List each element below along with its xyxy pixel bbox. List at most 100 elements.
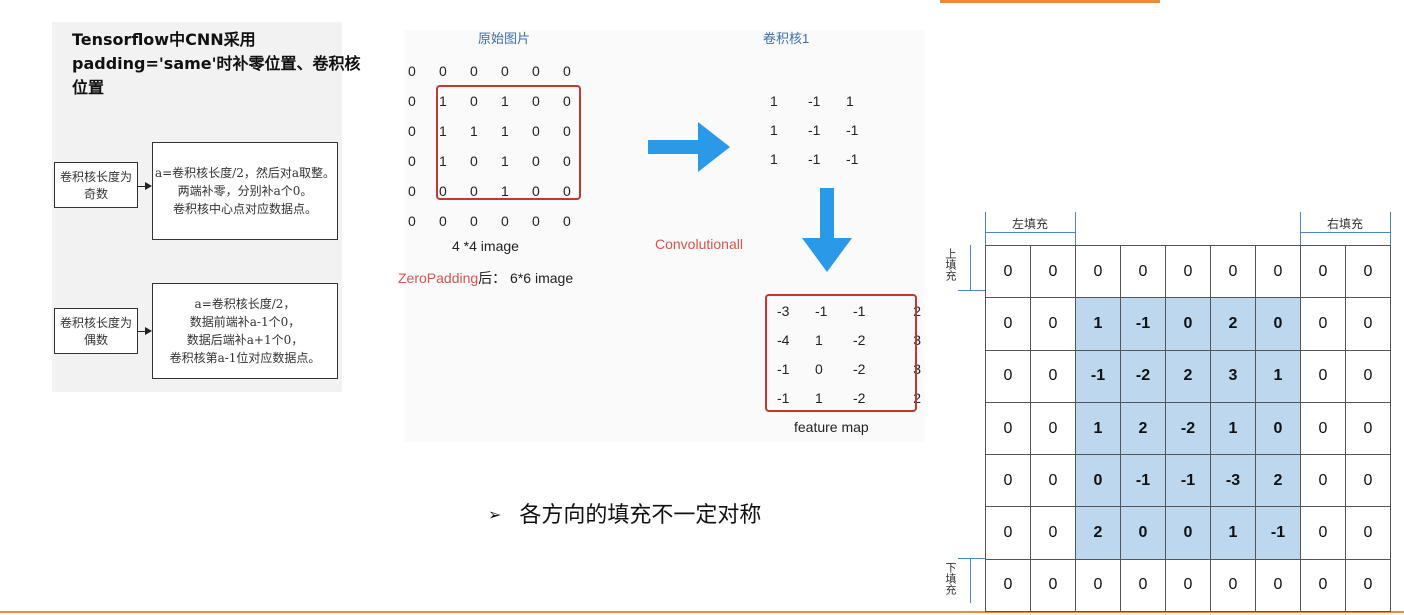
padded-cell: 0 (439, 63, 447, 79)
even-desc-line: a=卷积核长度/2， (194, 297, 296, 311)
image-caption: 4 *4 image (452, 238, 519, 254)
table-cell: 0 (985, 454, 1031, 508)
table-row: 0 0 -1 -2 2 3 1 0 0 (985, 349, 1391, 403)
kernel-label: 卷积核1 (763, 31, 810, 46)
table-cell: 1 (1075, 297, 1121, 351)
convolution-label: Convolutionall (655, 236, 743, 252)
table-cell: 0 (985, 558, 1031, 613)
original-image-box (436, 85, 581, 200)
table-cell: 0 (1075, 454, 1121, 508)
table-cell: -2 (1120, 349, 1166, 403)
table-cell: 0 (1030, 558, 1076, 613)
table-cell: 0 (1075, 244, 1121, 299)
kernel-grid: 1 -1 1 1 -1 -1 1 -1 -1 (760, 86, 874, 173)
right-pad-dimension-line (1300, 232, 1390, 233)
table-cell: 2 (1255, 454, 1301, 508)
table-cell: 2 (1210, 297, 1256, 351)
kernel-cell: -1 (846, 121, 859, 138)
right-pad-label: 右填充 (1327, 217, 1364, 231)
left-pad-tick-right (1075, 212, 1076, 245)
top-pad-dimension-line (970, 245, 971, 290)
odd-condition-box: 卷积核长度为奇数 (54, 162, 138, 208)
odd-flow-arrow (138, 182, 152, 190)
padded-cell: 0 (408, 63, 416, 79)
left-pad-label: 左填充 (1012, 217, 1049, 231)
even-desc-line: 数据后端补a+1个0， (186, 333, 304, 347)
table-cell: -1 (1075, 349, 1121, 403)
table-cell: 0 (1345, 506, 1391, 560)
odd-desc-text: a=卷积核长度/2，然后对a取整。 两端补零，分别补a个0。 卷积核中心点对应数据点… (155, 164, 335, 218)
table-cell: -3 (1210, 454, 1256, 508)
table-cell: 0 (1255, 401, 1301, 456)
padded-cell-row: 0 0 0 0 0 0 (398, 56, 618, 86)
kernel-cell-row: 1 -1 1 (760, 86, 874, 115)
table-cell: 0 (1165, 297, 1211, 351)
table-cell: 0 (985, 244, 1031, 299)
table-cell: 2 (1165, 349, 1211, 403)
table-cell: 0 (1345, 349, 1391, 403)
feature-map-box (765, 294, 917, 412)
table-cell: 0 (1210, 558, 1256, 613)
table-cell: 0 (1300, 401, 1346, 456)
padded-cell-row: 0 0 0 0 0 0 (398, 206, 618, 236)
kernel-cell: 1 (770, 121, 778, 138)
table-cell: 0 (1165, 558, 1211, 613)
table-cell: 0 (1255, 558, 1301, 613)
odd-desc-line: 两端补零，分别补a个0。 (177, 184, 313, 198)
table-cell: 1 (1210, 401, 1256, 456)
bullet-text: 各方向的填充不一定对称 (519, 503, 762, 528)
table-cell: 0 (1300, 349, 1346, 403)
left-title: Tensorflow中CNN采用padding='same'时补零位置、卷积核位… (72, 30, 361, 97)
table-cell: 1 (1255, 349, 1301, 403)
kernel-cell: 1 (770, 92, 778, 109)
padding-caption-red: ZeroPadding (398, 270, 479, 286)
padded-cell: 0 (563, 63, 571, 79)
table-cell: 0 (1075, 558, 1121, 613)
padded-cell: 0 (408, 93, 416, 109)
table-cell: 0 (1345, 558, 1391, 613)
padded-cell: 0 (563, 213, 571, 229)
padded-cell: 0 (470, 63, 478, 79)
bottom-pad-tick (958, 558, 986, 559)
table-cell: 0 (985, 506, 1031, 560)
table-cell: 1 (1075, 401, 1121, 456)
kernel-cell: 1 (846, 92, 854, 109)
table-cell: 0 (1030, 297, 1076, 351)
table-row: 000000000 (985, 244, 1391, 299)
table-cell: 0 (1300, 244, 1346, 299)
table-cell: 0 (1300, 506, 1346, 560)
right-pad-tick-right (1390, 212, 1391, 245)
table-cell: 0 (1300, 297, 1346, 351)
padded-output-table: 0 0 0 0 0 0 0 0 0 0 0 1 -1 0 2 0 0 0 0 0 -1 -2 2 3 1 0 0 0 0 1 2 -2 1 0 0 0… (985, 244, 1391, 613)
even-desc-box: a=卷积核长度/2， 数据前端补a-1个0， 数据后端补a+1个0， 卷积核第a-1位… (152, 283, 338, 379)
table-cell: 0 (1120, 244, 1166, 299)
table-cell: 3 (1210, 349, 1256, 403)
even-condition-label: 卷积核长度为偶数 (59, 316, 132, 347)
padded-cell: 0 (532, 213, 540, 229)
table-cell: 0 (1030, 454, 1076, 508)
padded-cell: 0 (439, 213, 447, 229)
table-row: 0 0 1 -1 0 2 0 0 0 (985, 297, 1391, 351)
left-pad-dimension-line (985, 232, 1075, 233)
table-cell: 0 (1345, 401, 1391, 456)
padded-cell: 0 (408, 153, 416, 169)
top-accent-line (940, 0, 1160, 3)
table-cell: 0 (1120, 506, 1166, 560)
padded-cell: 0 (532, 63, 540, 79)
even-flow-arrow (138, 327, 152, 335)
padded-cell: 0 (408, 213, 416, 229)
table-cell: 0 (1210, 244, 1256, 299)
table-cell: -1 (1120, 454, 1166, 508)
table-cell: 0 (1030, 401, 1076, 456)
padded-cell: 0 (501, 213, 509, 229)
table-row: 0 0 1 2 -2 1 0 0 0 (985, 401, 1391, 456)
table-cell: 0 (1120, 558, 1166, 613)
table-row: 0 0 2 0 0 1 -1 0 0 (985, 506, 1391, 560)
even-desc-line: 数据前端补a-1个0， (189, 315, 301, 329)
table-cell: -1 (1165, 454, 1211, 508)
right-arrow-icon (648, 122, 730, 172)
padding-caption-rest: 后： 6*6 image (478, 270, 574, 286)
table-cell: 0 (985, 297, 1031, 351)
kernel-cell-row: 1 -1 -1 (760, 115, 874, 144)
table-cell: 1 (1210, 506, 1256, 560)
